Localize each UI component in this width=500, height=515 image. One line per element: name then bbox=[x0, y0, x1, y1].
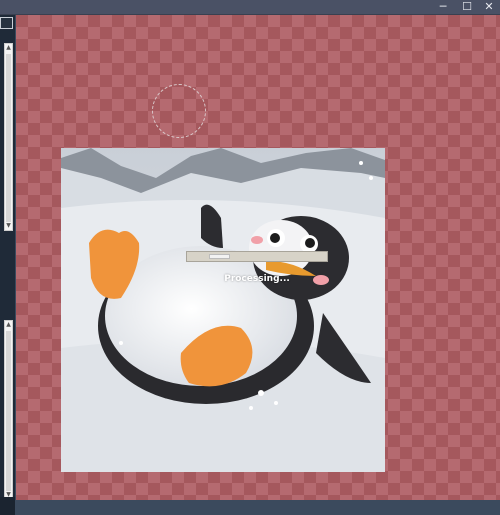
left-panel: ▲ ▼ ▲ ▼ bbox=[0, 15, 15, 515]
progress-indicator bbox=[209, 254, 230, 259]
minimize-button[interactable]: ─ bbox=[432, 0, 454, 14]
processing-progress-bar bbox=[186, 251, 328, 262]
panel-scrollbar-top[interactable]: ▲ ▼ bbox=[4, 43, 13, 231]
close-button[interactable]: ✕ bbox=[478, 0, 500, 14]
penguin-image-icon bbox=[61, 148, 385, 472]
scroll-thumb[interactable] bbox=[6, 54, 11, 222]
scroll-thumb[interactable] bbox=[6, 331, 11, 491]
processing-label: Processing... bbox=[224, 274, 290, 284]
scroll-down-icon[interactable]: ▼ bbox=[5, 222, 12, 230]
panel-scrollbar-bottom[interactable]: ▲ ▼ bbox=[4, 320, 13, 500]
brush-cursor-icon bbox=[152, 84, 206, 138]
penguin-image[interactable] bbox=[61, 148, 385, 472]
title-bar: ─ ☐ ✕ bbox=[0, 0, 500, 15]
scroll-up-icon[interactable]: ▲ bbox=[5, 321, 12, 329]
scroll-up-icon[interactable]: ▲ bbox=[5, 44, 12, 52]
color-swatch[interactable] bbox=[0, 17, 13, 29]
maximize-button[interactable]: ☐ bbox=[456, 0, 478, 14]
